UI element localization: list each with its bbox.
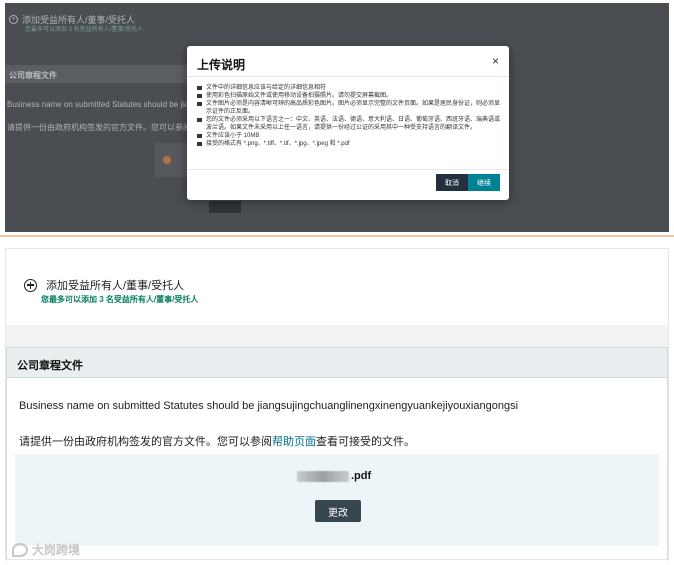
statutes-section: 公司章程文件 Business name on submitted Statut… — [6, 347, 668, 561]
continue-button[interactable]: 继续 — [468, 174, 500, 191]
bullet-icon — [197, 102, 202, 106]
instruction-item: 文件中的详细信息应该与给定的详细信息相符 — [197, 84, 501, 92]
section-gap — [6, 325, 668, 347]
add-owner-hint: 您最多可以添加 3 名受益所有人/董事/受托人 — [41, 295, 199, 304]
instruction-item: 接受的格式有 *.png、*.tiff、*.tif、*.jpg、*.jpeg 和… — [197, 140, 501, 148]
bg-doc-line: 请提供一份由政府机构签发的官方文件。您可以参阅 — [7, 123, 191, 132]
instructions-list: 文件中的详细信息应该与给定的详细信息相符 使用彩色扫描原始文件或使用移动设备拍摄… — [197, 84, 501, 148]
bg-business-line: Business name on submitted Statutes shou… — [7, 100, 198, 109]
modal-footer: 取消 继续 — [436, 174, 500, 191]
help-page-link[interactable]: 帮助页面 — [272, 436, 316, 448]
instruction-item: 您的文件必须采用以下语言之一：中文、英语、法语、德语、意大利语、日语、葡萄牙语、… — [197, 116, 501, 132]
bullet-icon — [197, 86, 202, 90]
bullet-icon — [197, 134, 202, 138]
add-beneficial-owner-link[interactable]: 添加受益所有人/董事/受托人 — [24, 277, 184, 293]
file-extension: .pdf — [351, 470, 372, 482]
close-icon[interactable]: × — [492, 54, 499, 68]
bg-section-title: 公司章程文件 — [5, 65, 195, 83]
bg-button — [209, 201, 241, 213]
modal-divider — [187, 76, 509, 77]
doc-instruction-suffix: 查看可接受的文件。 — [316, 436, 415, 448]
change-file-button[interactable]: 更改 — [315, 500, 361, 522]
document-instruction: 请提供一份由政府机构签发的官方文件。您可以参阅帮助页面查看可接受的文件。 — [19, 433, 415, 449]
chat-bubble-icon — [12, 542, 28, 557]
plus-circle-icon — [24, 278, 37, 292]
instruction-item: 使用彩色扫描原始文件或使用移动设备拍摄照片。请勿提交屏幕截图。 — [197, 92, 501, 100]
watermark: 大岗跨境 — [12, 541, 80, 558]
business-name-notice: Business name on submitted Statutes shou… — [19, 400, 519, 412]
bg-add-owner-hint: 您最多可以添加 3 名受益所有人/董事/受托人 — [25, 27, 144, 33]
bg-warning-icon — [163, 156, 171, 164]
screenshot-separator — [0, 235, 674, 237]
bullet-icon — [197, 142, 202, 146]
watermark-text: 大岗跨境 — [32, 543, 81, 557]
upload-instructions-modal: 上传说明 × 文件中的详细信息应该与给定的详细信息相符 使用彩色扫描原始文件或使… — [187, 46, 509, 200]
bullet-icon — [197, 94, 202, 98]
instruction-item: 文件应该小于 10MB — [197, 132, 501, 140]
bullet-icon — [197, 118, 202, 122]
plus-circle-icon: + — [9, 15, 18, 24]
uploaded-file-area: .pdf 更改 — [15, 454, 659, 546]
add-owner-label: 添加受益所有人/董事/受托人 — [46, 280, 185, 292]
statutes-upload-screenshot: 添加受益所有人/董事/受托人 您最多可以添加 3 名受益所有人/董事/受托人 公… — [5, 248, 669, 561]
instruction-item: 文件图片必须是内容清晰可辨的高品质彩色图片。图片必须显示完整的文件页面。如果是居… — [197, 100, 501, 116]
cancel-button[interactable]: 取消 — [436, 174, 468, 191]
upload-instructions-screenshot: + 添加受益所有人/董事/受托人 您最多可以添加 3 名受益所有人/董事/受托人… — [5, 3, 669, 232]
blurred-filename — [297, 470, 349, 482]
modal-title: 上传说明 — [197, 58, 246, 72]
section-title: 公司章程文件 — [7, 348, 667, 378]
doc-instruction-prefix: 请提供一份由政府机构签发的官方文件。您可以参阅 — [19, 436, 272, 448]
modal-footer-divider — [187, 169, 509, 170]
uploaded-file-name: .pdf — [297, 470, 371, 482]
